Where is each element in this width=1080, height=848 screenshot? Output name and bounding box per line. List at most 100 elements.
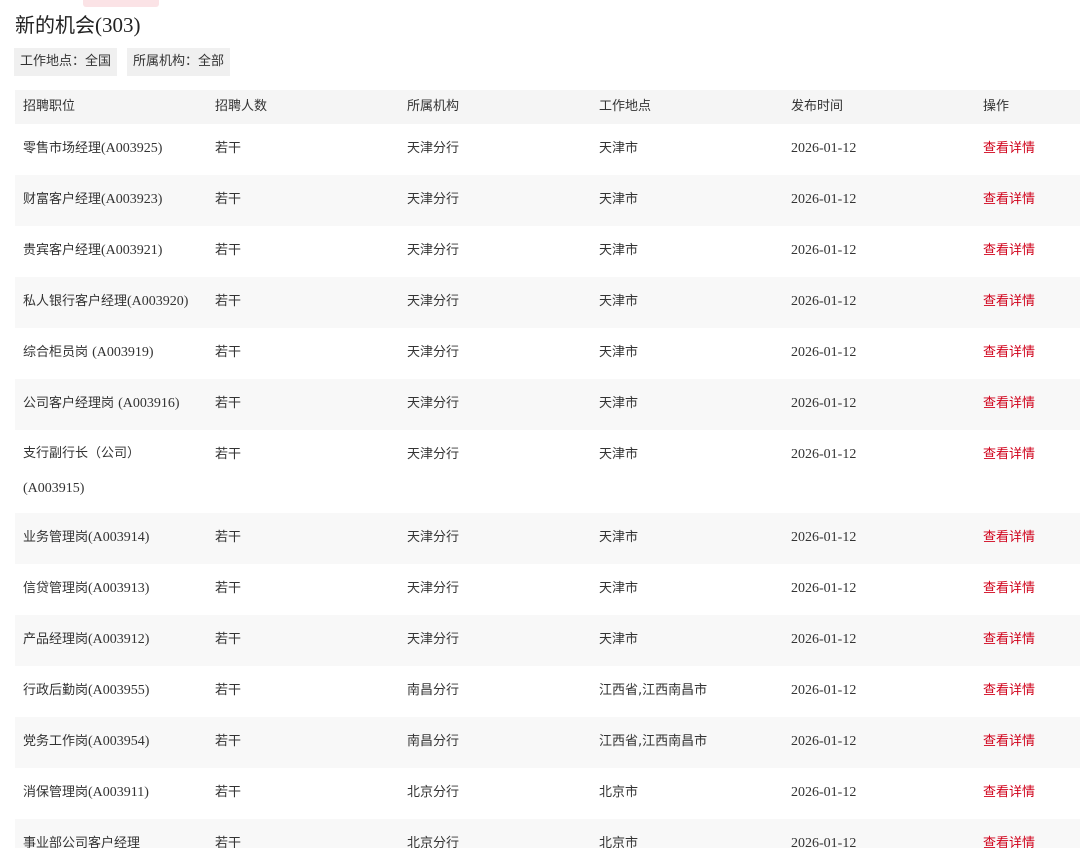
work-location: 天津市 <box>599 447 639 462</box>
org-name: 南昌分行 <box>407 683 460 698</box>
hire-count: 若干 <box>215 734 242 749</box>
hire-count: 若干 <box>215 243 242 258</box>
work-location: 天津市 <box>599 294 639 309</box>
view-details-link[interactable]: 查看详情 <box>983 191 1035 209</box>
job-code: (A003921) <box>101 243 163 258</box>
hire-count: 若干 <box>215 345 242 360</box>
view-details-link[interactable]: 查看详情 <box>983 631 1035 649</box>
table-row: 支行副行长（公司） (A003915) 若干 天津分行 天津市 2026-01-12 查看详… <box>15 430 1080 513</box>
hire-count: 若干 <box>215 192 242 207</box>
work-location: 江西省,江西南昌市 <box>599 683 708 698</box>
job-title-name: 党务工作岗 <box>23 734 89 749</box>
hire-count: 若干 <box>215 294 242 309</box>
hire-count: 若干 <box>215 141 242 156</box>
view-details-link[interactable]: 查看详情 <box>983 395 1035 413</box>
hire-count: 若干 <box>215 530 242 545</box>
job-code: (A003915) <box>23 481 85 496</box>
view-details-link[interactable]: 查看详情 <box>983 835 1035 848</box>
job-title: 消保管理岗(A003911) <box>23 784 149 802</box>
table-row: 零售市场经理(A003925) 若干 天津分行 天津市 2026-01-12 查看详情 <box>15 124 1080 175</box>
view-details-link[interactable]: 查看详情 <box>983 140 1035 158</box>
job-title: 财富客户经理(A003923) <box>23 191 162 209</box>
page-title: 新的机会(303) <box>15 10 141 40</box>
column-header-action: 操作 <box>983 99 1010 114</box>
work-location: 天津市 <box>599 345 639 360</box>
hire-count: 若干 <box>215 836 242 848</box>
org-name: 北京分行 <box>407 785 460 800</box>
job-title: 公司客户经理岗 (A003916) <box>23 395 180 413</box>
job-code: (A003955) <box>88 683 150 698</box>
work-location: 天津市 <box>599 141 639 156</box>
publish-date: 2026-01-12 <box>791 530 857 545</box>
view-details-link[interactable]: 查看详情 <box>983 446 1035 464</box>
table-row: 党务工作岗(A003954) 若干 南昌分行 江西省,江西南昌市 2026-01-12 查… <box>15 717 1080 768</box>
table-row: 业务管理岗(A003914) 若干 天津分行 天津市 2026-01-12 查看详情 <box>15 513 1080 564</box>
job-title-name: 零售市场经理 <box>23 141 102 156</box>
job-title: 私人银行客户经理(A003920) <box>23 293 188 311</box>
job-title: 支行副行长（公司） (A003915) <box>23 436 188 506</box>
org-name: 天津分行 <box>407 294 460 309</box>
org-name: 天津分行 <box>407 632 460 647</box>
job-title: 贵宾客户经理(A003921) <box>23 242 162 260</box>
job-title-name: 公司客户经理岗 <box>23 396 119 411</box>
hire-count: 若干 <box>215 632 242 647</box>
publish-date: 2026-01-12 <box>791 141 857 156</box>
column-header-position: 招聘职位 <box>23 99 76 114</box>
job-title-name: 私人银行客户经理 <box>23 294 128 309</box>
table-row: 公司客户经理岗 (A003916) 若干 天津分行 天津市 2026-01-12 查看详情 <box>15 379 1080 430</box>
work-location: 天津市 <box>599 581 639 596</box>
job-title-name: 综合柜员岗 <box>23 345 93 360</box>
column-header-count: 招聘人数 <box>215 99 268 114</box>
job-title: 零售市场经理(A003925) <box>23 140 162 158</box>
job-title: 党务工作岗(A003954) <box>23 733 149 751</box>
view-details-link[interactable]: 查看详情 <box>983 682 1035 700</box>
work-location: 北京市 <box>599 785 639 800</box>
job-code: (A003916) <box>118 396 180 411</box>
table-row: 贵宾客户经理(A003921) 若干 天津分行 天津市 2026-01-12 查看详情 <box>15 226 1080 277</box>
table-row: 财富客户经理(A003923) 若干 天津分行 天津市 2026-01-12 查看详情 <box>15 175 1080 226</box>
job-code: (A003920) <box>127 294 189 309</box>
view-details-link[interactable]: 查看详情 <box>983 293 1035 311</box>
job-title-name: 财富客户经理 <box>23 192 102 207</box>
work-location: 天津市 <box>599 396 639 411</box>
org-name: 天津分行 <box>407 141 460 156</box>
page-title-text: 新的机会 <box>15 13 95 37</box>
publish-date: 2026-01-12 <box>791 345 857 360</box>
job-title: 业务管理岗(A003914) <box>23 529 149 547</box>
org-name: 天津分行 <box>407 530 460 545</box>
table-row: 产品经理岗(A003912) 若干 天津分行 天津市 2026-01-12 查看详情 <box>15 615 1080 666</box>
work-location: 天津市 <box>599 530 639 545</box>
job-title-name: 贵宾客户经理 <box>23 243 102 258</box>
org-name: 天津分行 <box>407 192 460 207</box>
hire-count: 若干 <box>215 447 242 462</box>
top-accent-bar <box>83 0 159 7</box>
publish-date: 2026-01-12 <box>791 734 857 749</box>
job-title-name: 支行副行长（公司） <box>23 446 141 461</box>
org-name: 北京分行 <box>407 836 460 848</box>
view-details-link[interactable]: 查看详情 <box>983 242 1035 260</box>
table-header: 招聘职位 招聘人数 所属机构 工作地点 发布时间 操作 <box>15 90 1080 124</box>
publish-date: 2026-01-12 <box>791 836 857 848</box>
jobs-table: 招聘职位 招聘人数 所属机构 工作地点 发布时间 操作 零售市场经理(A0039… <box>15 90 1080 848</box>
view-details-link[interactable]: 查看详情 <box>983 344 1035 362</box>
view-details-link[interactable]: 查看详情 <box>983 580 1035 598</box>
filter-location[interactable]: 工作地点：全国 <box>14 48 118 76</box>
filter-location-value: 全国 <box>85 54 112 69</box>
job-code: (A003925) <box>101 141 163 156</box>
job-title: 事业部公司客户经理 <box>23 835 140 848</box>
job-title-name: 消保管理岗 <box>23 785 89 800</box>
filter-org[interactable]: 所属机构：全部 <box>127 48 231 76</box>
view-details-link[interactable]: 查看详情 <box>983 529 1035 547</box>
table-row: 综合柜员岗 (A003919) 若干 天津分行 天津市 2026-01-12 查看详情 <box>15 328 1080 379</box>
view-details-link[interactable]: 查看详情 <box>983 784 1035 802</box>
org-name: 天津分行 <box>407 345 460 360</box>
publish-date: 2026-01-12 <box>791 785 857 800</box>
column-header-date: 发布时间 <box>791 99 844 114</box>
work-location: 天津市 <box>599 192 639 207</box>
table-body: 零售市场经理(A003925) 若干 天津分行 天津市 2026-01-12 查看详情 财富… <box>15 124 1080 848</box>
job-code: (A003912) <box>88 632 150 647</box>
work-location: 北京市 <box>599 836 639 848</box>
job-code: (A003914) <box>88 530 150 545</box>
table-row: 信贷管理岗(A003913) 若干 天津分行 天津市 2026-01-12 查看详情 <box>15 564 1080 615</box>
view-details-link[interactable]: 查看详情 <box>983 733 1035 751</box>
